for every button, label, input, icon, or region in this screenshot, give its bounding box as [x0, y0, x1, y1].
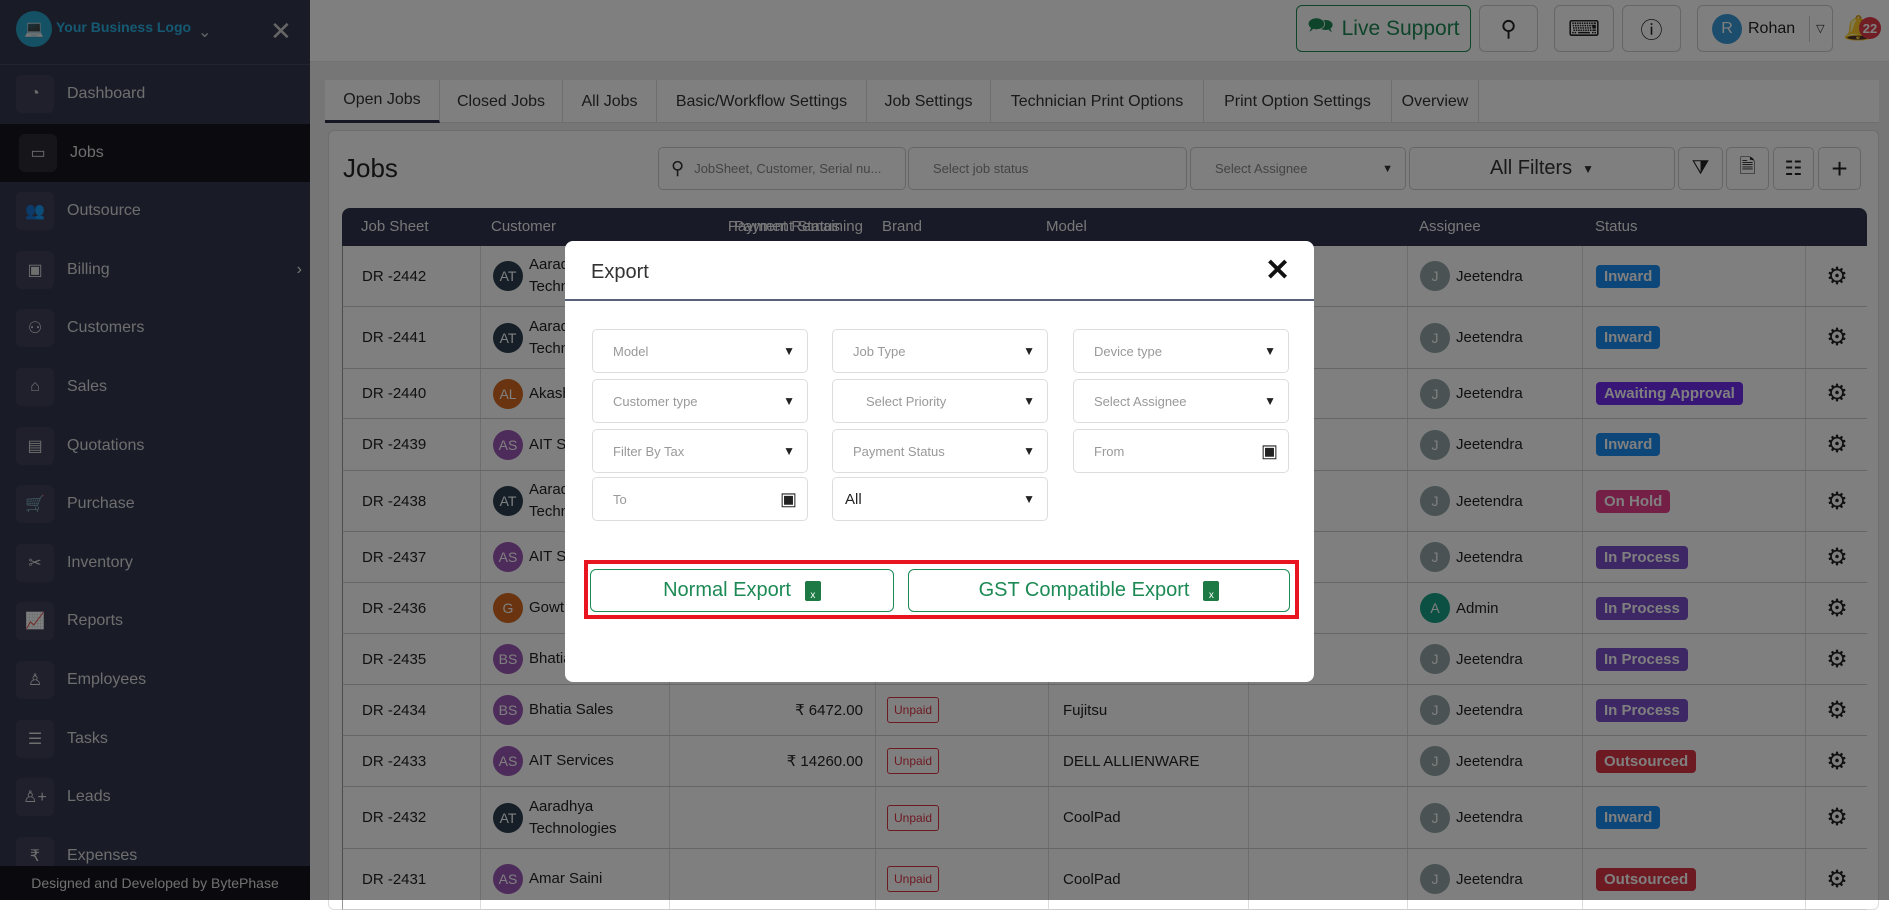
gst-export-button[interactable]: GST Compatible Export x — [908, 569, 1290, 612]
caret-down-icon: ▼ — [783, 394, 795, 408]
all-select[interactable]: All ▼ — [832, 477, 1048, 521]
filter-by-tax-select[interactable]: Filter By Tax ▼ — [592, 429, 808, 473]
caret-down-icon: ▼ — [1264, 394, 1276, 408]
select-priority-select[interactable]: Select Priority ▼ — [832, 379, 1048, 423]
customer-type-select[interactable]: Customer type ▼ — [592, 379, 808, 423]
field-placeholder: Filter By Tax — [613, 443, 685, 459]
field-placeholder: Select Assignee — [1094, 393, 1187, 409]
export-modal: Export ✕ Normal Export x GST Compatible … — [565, 241, 1314, 682]
select-assignee-select[interactable]: Select Assignee ▼ — [1073, 379, 1289, 423]
caret-down-icon: ▼ — [1023, 344, 1035, 358]
payment-status-select[interactable]: Payment Status ▼ — [832, 429, 1048, 473]
from-date-input[interactable]: From ▣ — [1073, 429, 1289, 473]
close-icon[interactable]: ✕ — [1265, 253, 1290, 288]
caret-down-icon: ▼ — [1023, 492, 1035, 506]
caret-down-icon: ▼ — [783, 444, 795, 458]
caret-down-icon: ▼ — [1023, 444, 1035, 458]
field-placeholder: Payment Status — [853, 443, 945, 459]
calendar-icon[interactable]: ▣ — [1261, 441, 1278, 462]
model-select[interactable]: Model ▼ — [592, 329, 808, 373]
field-placeholder: Model — [613, 343, 649, 359]
to-date-input[interactable]: To ▣ — [592, 477, 808, 521]
field-placeholder: Device type — [1094, 343, 1162, 359]
caret-down-icon: ▼ — [1264, 344, 1276, 358]
field-placeholder: Customer type — [613, 393, 698, 409]
device-type-select[interactable]: Device type ▼ — [1073, 329, 1289, 373]
selected-value: All — [845, 490, 862, 508]
gst-export-label: GST Compatible Export — [978, 579, 1190, 601]
excel-icon: x — [804, 580, 821, 601]
field-placeholder: To — [613, 491, 627, 507]
modal-title: Export — [591, 261, 649, 283]
field-placeholder: Select Priority — [866, 393, 947, 409]
field-placeholder: From — [1094, 443, 1125, 459]
caret-down-icon: ▼ — [783, 344, 795, 358]
normal-export-button[interactable]: Normal Export x — [590, 569, 894, 612]
modal-header-divider — [565, 299, 1314, 301]
normal-export-label: Normal Export — [663, 579, 791, 601]
calendar-icon[interactable]: ▣ — [780, 489, 797, 510]
field-placeholder: Job Type — [853, 343, 906, 359]
caret-down-icon: ▼ — [1023, 394, 1035, 408]
excel-icon: x — [1203, 580, 1220, 601]
job-type-select[interactable]: Job Type ▼ — [832, 329, 1048, 373]
